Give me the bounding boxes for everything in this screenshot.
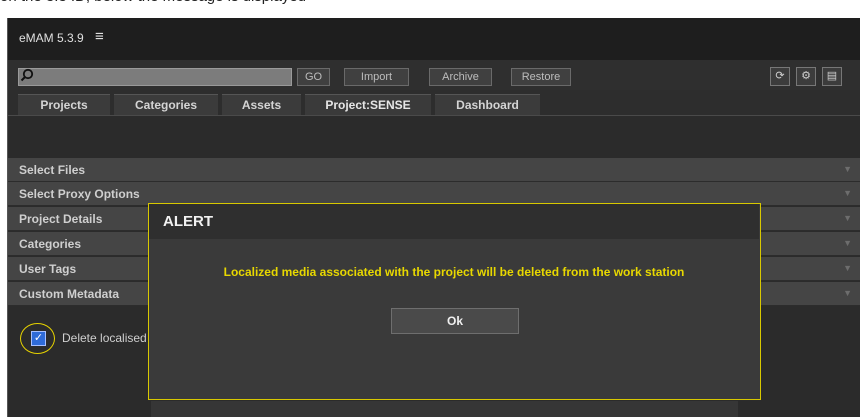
gear-icon: ⚙ [801, 70, 811, 82]
app-title: eMAM 5.3.9 [19, 31, 84, 45]
section-label: Select Proxy Options [19, 187, 140, 201]
delete-media-checkbox-area: ✓ [20, 323, 57, 356]
refresh-button[interactable]: ⟳ [770, 67, 790, 86]
chevron-down-icon: ▼ [843, 164, 852, 174]
refresh-icon: ⟳ [775, 70, 785, 82]
section-label: Select Files [19, 163, 86, 177]
chevron-down-icon: ▼ [843, 238, 852, 248]
section-select-files[interactable]: Select Files ▼ [8, 158, 860, 182]
dialog-header: ALERT [149, 204, 759, 239]
ok-button[interactable]: Ok [391, 308, 519, 334]
go-button[interactable]: GO [297, 68, 330, 86]
settings-button[interactable]: ⚙ [796, 67, 816, 86]
search-input[interactable] [18, 68, 292, 86]
tab-categories[interactable]: Categories [114, 94, 218, 115]
alert-dialog: ALERT Localized media associated with th… [148, 203, 761, 400]
tab-bar: Projects Categories Assets Project:SENSE… [8, 90, 860, 116]
partial-caption-text: on the 3.3 ID, below the message is disp… [0, 0, 860, 8]
chevron-down-icon: ▼ [843, 263, 852, 273]
section-label: User Tags [19, 262, 77, 276]
search-icon [20, 68, 34, 82]
document-button[interactable]: ▤ [822, 67, 842, 86]
chevron-down-icon: ▼ [843, 188, 852, 198]
restore-button[interactable]: Restore [511, 68, 571, 86]
toolbar: GO Import Archive Restore ⟳ ⚙ ▤ [8, 60, 860, 90]
tab-project-sense[interactable]: Project:SENSE [305, 94, 431, 115]
hamburger-menu-icon[interactable]: ≡ [95, 28, 104, 45]
archive-button[interactable]: Archive [429, 68, 492, 86]
dialog-title: ALERT [163, 213, 213, 230]
tab-dashboard[interactable]: Dashboard [435, 94, 540, 115]
delete-media-checkbox[interactable]: ✓ [31, 331, 46, 346]
document-icon: ▤ [826, 70, 838, 82]
background-panel [151, 401, 738, 417]
import-button[interactable]: Import [344, 68, 409, 86]
tab-assets[interactable]: Assets [222, 94, 301, 115]
section-label: Custom Metadata [19, 287, 120, 301]
section-label: Categories [19, 237, 82, 251]
section-label: Project Details [19, 212, 103, 226]
chevron-down-icon: ▼ [843, 213, 852, 223]
dialog-message: Localized media associated with the proj… [223, 265, 685, 279]
tab-projects[interactable]: Projects [18, 94, 110, 115]
app-window: eMAM 5.3.9 ≡ GO Import Archive Restore ⟳… [7, 18, 860, 417]
app-header: eMAM 5.3.9 ≡ [8, 18, 860, 60]
chevron-down-icon: ▼ [843, 288, 852, 298]
